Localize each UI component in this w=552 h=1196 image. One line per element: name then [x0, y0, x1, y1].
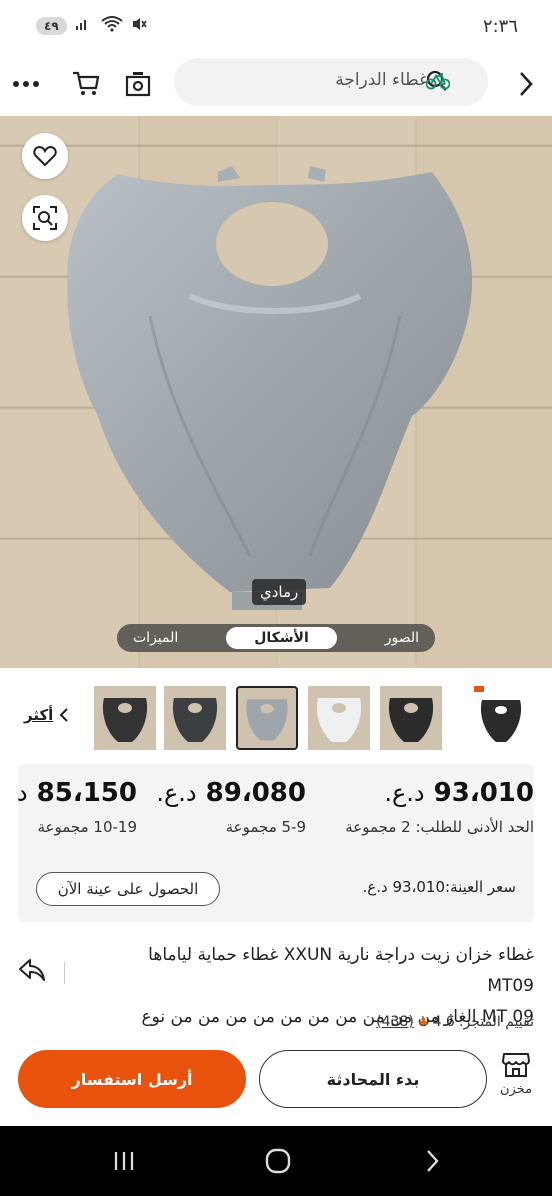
bike-icon	[425, 72, 451, 94]
get-sample-button[interactable]: الحصول على عينة الآن	[36, 872, 220, 906]
status-time: ٢:٣٦	[482, 16, 518, 37]
tier-2-currency: د.ع.	[156, 779, 197, 807]
store-rating: تقييم المتجر: 4.6 ♣ (438)	[376, 1014, 534, 1030]
share-icon[interactable]	[18, 958, 46, 986]
battery-indicator: ٤٩	[36, 17, 67, 35]
search-bar[interactable]: غطاء الدراجة	[174, 58, 488, 106]
price-tier-1: 93،010 د.ع. الحد الأدنى للطلب: 2 مجموعة	[345, 778, 534, 836]
sample-price: سعر العينة:93،010 د.ع.	[362, 878, 516, 896]
store-label: مخزن	[499, 1082, 533, 1097]
store-icon	[502, 1053, 530, 1077]
rating-icon: ♣	[417, 1015, 429, 1029]
home-icon[interactable]	[258, 1146, 298, 1176]
bottom-action-bar: مخزن بدء المحادثة أرسل استفسار	[0, 1040, 552, 1126]
price-tier-3: 85،150 د.ع. 10-19 مجموعة	[18, 778, 137, 836]
start-chat-button[interactable]: بدء المحادثة	[259, 1050, 487, 1108]
tab-variants[interactable]: الأشكال	[226, 627, 337, 649]
wifi-icon	[101, 16, 123, 36]
tier-1-price: 93،010	[433, 778, 534, 808]
visual-search-button[interactable]	[22, 195, 68, 241]
tier-1-quantity: الحد الأدنى للطلب: 2 مجموعة	[345, 818, 534, 836]
product-image[interactable]: رمادي الصور الأشكال الميزات	[0, 116, 552, 668]
divider	[64, 962, 65, 984]
title-line-1: غطاء خزان زيت دراجة نارية XXUN غطاء حماي…	[148, 945, 534, 996]
thumbnail-main[interactable]	[470, 686, 532, 750]
thumbnail-strip: أكثر	[0, 686, 552, 750]
tab-photos[interactable]: الصور	[373, 627, 431, 649]
rating-count[interactable]: (438)	[376, 1014, 414, 1030]
media-tabs: الصور الأشكال الميزات	[117, 624, 435, 652]
cart-icon[interactable]	[66, 64, 106, 104]
store-button[interactable]: مخزن	[498, 1050, 534, 1097]
thumbnail-black-2[interactable]	[94, 686, 156, 750]
back-arrow-icon[interactable]	[506, 64, 546, 104]
status-bar: ٤٩ ٢:٣٦	[0, 0, 552, 58]
favorite-button[interactable]	[22, 133, 68, 179]
recent-apps-icon[interactable]	[104, 1146, 144, 1176]
more-variants-link[interactable]: أكثر	[24, 706, 69, 724]
send-inquiry-button[interactable]: أرسل استفسار	[18, 1050, 246, 1108]
camera-search-icon[interactable]	[118, 64, 158, 104]
tier-2-quantity: 5-9 مجموعة	[225, 818, 306, 836]
signal-icon	[75, 17, 93, 35]
thumbnail-black-3[interactable]	[164, 686, 226, 750]
thumbnail-white[interactable]	[308, 686, 370, 750]
thumbnail-black-1[interactable]	[380, 686, 442, 750]
system-back-icon[interactable]	[412, 1146, 452, 1176]
tier-3-currency: د.ع.	[18, 779, 28, 807]
price-card: 93،010 د.ع. الحد الأدنى للطلب: 2 مجموعة …	[18, 764, 534, 922]
tier-3-price: 85،150	[36, 778, 137, 808]
tier-3-quantity: 10-19 مجموعة	[37, 818, 138, 836]
color-variant-label: رمادي	[252, 579, 307, 605]
tier-2-price: 89،080	[205, 778, 306, 808]
thumbnail-gray[interactable]	[236, 686, 298, 750]
price-tier-2: 89،080 د.ع. 5-9 مجموعة	[156, 778, 306, 836]
system-navigation-bar	[0, 1126, 552, 1196]
heart-icon	[33, 145, 57, 167]
chevron-left-icon	[59, 708, 69, 722]
rating-label: تقييم المتجر:	[458, 1014, 534, 1030]
more-icon[interactable]	[6, 64, 46, 104]
scan-icon	[33, 206, 57, 230]
tab-features[interactable]: الميزات	[121, 627, 190, 649]
rating-value: 4.6	[432, 1014, 455, 1030]
mute-icon	[131, 16, 147, 36]
status-icons: ٤٩	[36, 16, 147, 36]
search-input[interactable]: غطاء الدراجة	[335, 70, 428, 90]
tier-1-currency: د.ع.	[384, 779, 425, 807]
top-navigation: غطاء الدراجة	[0, 58, 552, 114]
